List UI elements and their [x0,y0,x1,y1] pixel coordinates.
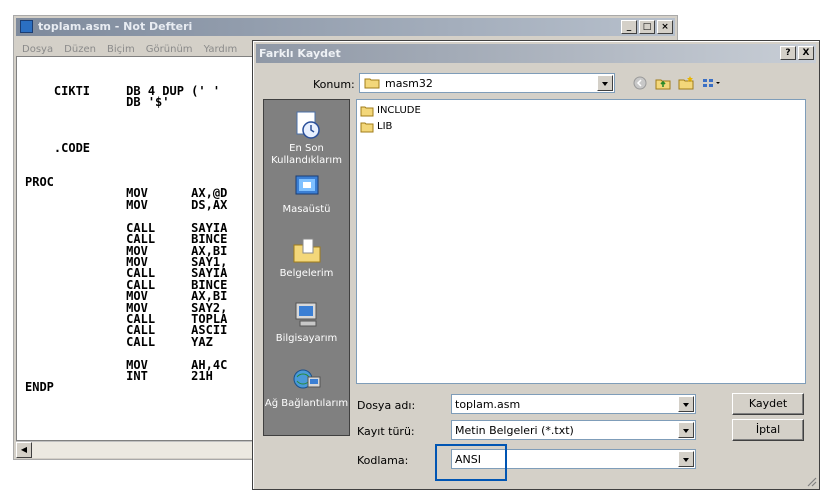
maximize-button[interactable]: □ [639,20,655,34]
chevron-down-icon[interactable] [678,422,694,438]
dosya-adi-input[interactable]: toplam.asm [451,394,696,414]
kayit-turu-select[interactable]: Metin Belgeleri (*.txt) [451,420,696,440]
highlight-box [435,444,507,481]
place-my-computer[interactable]: Bilgisayarım [264,300,349,345]
save-button[interactable]: Kaydet [732,393,804,415]
chevron-down-icon[interactable] [678,451,694,467]
place-desktop-label: Masaüstü [282,204,331,215]
places-bar: En Son Kullandıklarım Masaüstü Belgeleri… [263,99,350,436]
chevron-down-icon[interactable] [678,396,694,412]
minimize-button[interactable]: _ [621,20,637,34]
place-my-computer-label: Bilgisayarım [275,333,338,344]
dialog-close-button[interactable]: X [798,46,814,60]
place-desktop[interactable]: Masaüstü [264,173,349,216]
notepad-title: toplam.asm - Not Defteri [38,20,193,33]
network-places-icon [293,369,320,389]
folder-icon [360,122,374,133]
file-list[interactable]: INCLUDE LIB [356,99,806,384]
dosya-adi-label: Dosya adı: [357,399,416,412]
konum-select[interactable]: masm32 [359,73,615,93]
place-network[interactable]: Ağ Bağlantılarım [264,365,349,410]
dosya-adi-value: toplam.asm [455,398,521,411]
place-my-documents[interactable]: Belgelerim [264,235,349,280]
chevron-down-icon[interactable] [597,75,613,91]
code-text: CIKTI DB 4 DUP (' ' DB '$' .CODE PROC MO… [25,83,228,395]
view-menu-icon[interactable] [701,75,723,91]
new-folder-icon[interactable] [677,75,695,91]
close-button[interactable]: × [657,20,673,34]
dialog-titlebar[interactable]: Farklı Kaydet ? X [256,44,816,63]
place-network-label: Ağ Bağlantılarım [264,398,349,409]
up-folder-icon[interactable] [654,75,672,91]
my-computer-icon [295,302,316,327]
notepad-titlebar[interactable]: toplam.asm - Not Defteri _ □ × [16,18,675,36]
place-my-documents-label: Belgelerim [279,268,334,279]
folder-icon [364,78,380,89]
konum-value: masm32 [385,77,433,90]
folder-icon [360,106,374,117]
place-recent-label: En Son Kullandıklarım [271,143,342,166]
kayit-turu-value: Metin Belgeleri (*.txt) [455,424,574,437]
desktop-icon [295,175,318,195]
dialog-title: Farklı Kaydet [259,47,341,60]
cancel-button[interactable]: İptal [732,419,804,441]
konum-label: Konum: [313,78,355,91]
my-documents-icon [293,238,320,263]
help-button[interactable]: ? [780,46,796,60]
kayit-turu-label: Kayıt türü: [357,425,415,438]
notepad-icon [20,20,33,33]
resize-grip-icon[interactable] [805,475,817,487]
save-as-dialog: Farklı Kaydet ? X Konum: masm32 En Son K… [252,40,820,490]
place-recent[interactable]: En Son Kullandıklarım [264,110,349,167]
list-item-label: INCLUDE [377,105,421,116]
recent-documents-icon [296,111,320,139]
scroll-left-icon[interactable]: ◀ [16,442,32,458]
back-icon[interactable] [631,75,649,91]
kodlama-label: Kodlama: [357,454,409,467]
list-item-label: LIB [377,121,393,132]
